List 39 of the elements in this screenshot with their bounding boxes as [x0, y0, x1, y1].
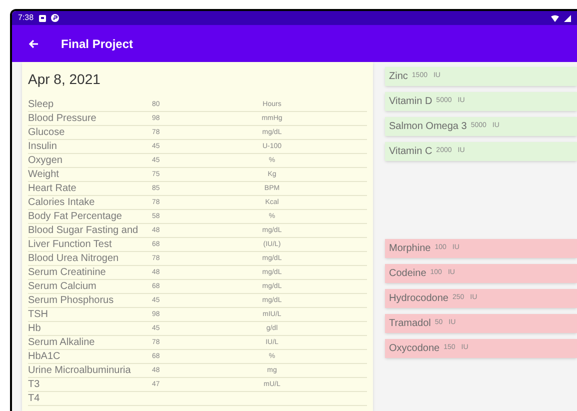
metric-name: Sleep	[28, 98, 55, 111]
metric-name: HbA1C	[28, 350, 62, 363]
item-name: Codeine	[389, 267, 426, 281]
signal-icon	[564, 14, 571, 22]
wifi-icon	[551, 14, 559, 22]
item-name: Hydrocodone	[389, 292, 448, 306]
metric-name: Urine Microalbuminuria	[28, 364, 132, 377]
metric-name: Oxygen	[28, 154, 64, 167]
metric-name: Serum Phosphorus	[28, 294, 115, 307]
metric-name: Glucose	[28, 126, 66, 139]
metric-name: Weight	[28, 168, 60, 181]
item-name: Tramadol	[389, 317, 431, 331]
record-date: Apr 8, 2021	[28, 70, 102, 88]
metric-name: Serum Alkaline	[28, 336, 96, 349]
metric-name: Serum Creatinine	[28, 266, 107, 279]
notification-icon	[38, 14, 46, 22]
metric-name: Blood Pressure	[28, 112, 98, 125]
metric-name: Insulin	[28, 140, 58, 153]
metric-name: Heart Rate	[28, 182, 78, 195]
metric-name: T3	[28, 378, 41, 391]
metric-name: Hb	[28, 322, 42, 335]
status-time: 7:38	[18, 14, 34, 22]
item-name: Oxycodone	[389, 342, 440, 356]
metric-name: TSH	[28, 308, 49, 321]
metric-name: Blood Sugar Fasting and	[28, 224, 140, 237]
metric-name: Body Fat Percentage	[28, 210, 123, 223]
item-name: Zinc	[389, 70, 408, 84]
metric-name: Serum Calcium	[28, 280, 98, 293]
metric-name: Calories Intake	[28, 196, 96, 209]
item-name: Vitamin C	[389, 145, 432, 159]
item-name: Salmon Omega 3	[389, 120, 467, 134]
notification-icon	[50, 14, 59, 22]
metric-name: Liver Function Test	[28, 238, 113, 251]
metric-name: T4	[28, 392, 41, 405]
back-arrow-icon[interactable]	[28, 38, 39, 48]
app-bar-title: Final Project	[61, 36, 134, 52]
item-name: Vitamin D	[389, 95, 432, 109]
item-name: Morphine	[389, 242, 431, 256]
metric-name: Blood Urea Nitrogen	[28, 252, 120, 265]
